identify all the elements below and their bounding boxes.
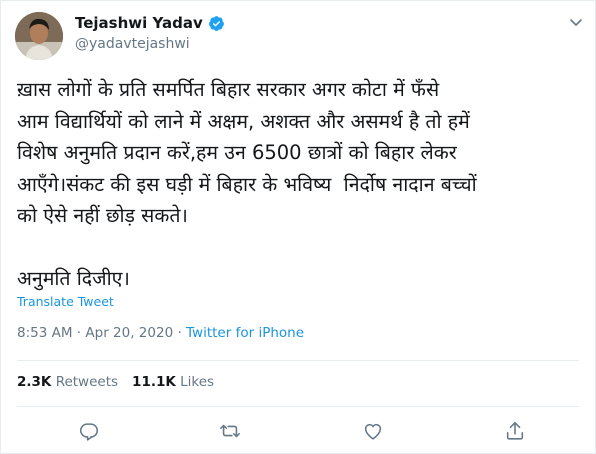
author-handle[interactable]: @yadavtejashwi: [75, 36, 190, 52]
tweet-time[interactable]: 8:53 AM: [17, 325, 73, 341]
like-heart-icon[interactable]: [362, 420, 384, 442]
profile-photo: [15, 12, 63, 60]
likes-stat[interactable]: 11.1K Likes: [132, 374, 214, 390]
tweet-source-link[interactable]: Twitter for iPhone: [186, 325, 304, 341]
meta-separator: ·: [76, 325, 82, 341]
author-name[interactable]: Tejashwi Yadav: [75, 14, 203, 32]
divider: [17, 406, 579, 407]
tweet-text: ख़ास लोगों के प्रति समर्पित बिहार सरकार …: [17, 78, 477, 290]
translate-tweet-link[interactable]: Translate Tweet: [17, 294, 114, 309]
retweet-icon[interactable]: [219, 420, 241, 442]
divider: [17, 360, 579, 361]
reply-icon[interactable]: [78, 420, 100, 442]
tweet-metadata: 8:53 AM · Apr 20, 2020 · Twitter for iPh…: [17, 325, 304, 341]
avatar[interactable]: [15, 12, 63, 60]
retweets-stat[interactable]: 2.3K Retweets: [17, 374, 118, 390]
tweet-stats: 2.3K Retweets 11.1K Likes: [17, 374, 214, 390]
retweets-count: 2.3K: [17, 374, 52, 390]
retweets-label: Retweets: [55, 374, 119, 390]
meta-separator: ·: [177, 325, 182, 341]
tweet-actions: [0, 420, 596, 444]
verified-badge-icon: [208, 15, 224, 31]
likes-count: 11.1K: [132, 374, 176, 390]
tweet-date[interactable]: Apr 20, 2020: [85, 325, 173, 341]
chevron-down-icon[interactable]: [568, 14, 584, 30]
share-icon[interactable]: [504, 420, 526, 442]
likes-label: Likes: [180, 374, 215, 390]
